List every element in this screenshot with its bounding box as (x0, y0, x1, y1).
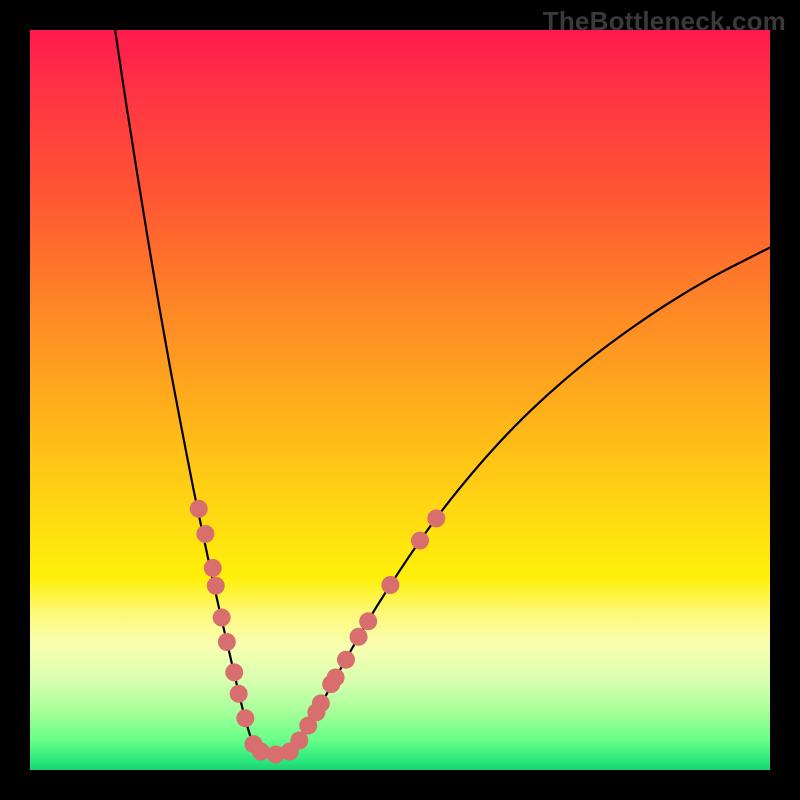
data-marker (381, 576, 399, 594)
watermark-text: TheBottleneck.com (543, 6, 786, 37)
data-marker (196, 525, 214, 543)
data-marker (204, 559, 222, 577)
data-marker (207, 577, 225, 595)
data-marker (252, 743, 270, 761)
data-marker (350, 628, 368, 646)
data-marker (427, 509, 445, 527)
data-marker (190, 500, 208, 518)
data-marker (359, 612, 377, 630)
data-marker (411, 532, 429, 550)
data-marker (218, 633, 236, 651)
data-marker (327, 669, 345, 687)
chart-svg (30, 30, 770, 770)
data-marker (213, 609, 231, 627)
data-markers (190, 500, 446, 764)
data-marker (230, 685, 248, 703)
plot-area (30, 30, 770, 770)
chart-frame: TheBottleneck.com (0, 0, 800, 800)
data-marker (312, 694, 330, 712)
data-marker (337, 651, 355, 669)
data-marker (236, 709, 254, 727)
data-marker (225, 663, 243, 681)
curve-right-branch (296, 248, 770, 745)
